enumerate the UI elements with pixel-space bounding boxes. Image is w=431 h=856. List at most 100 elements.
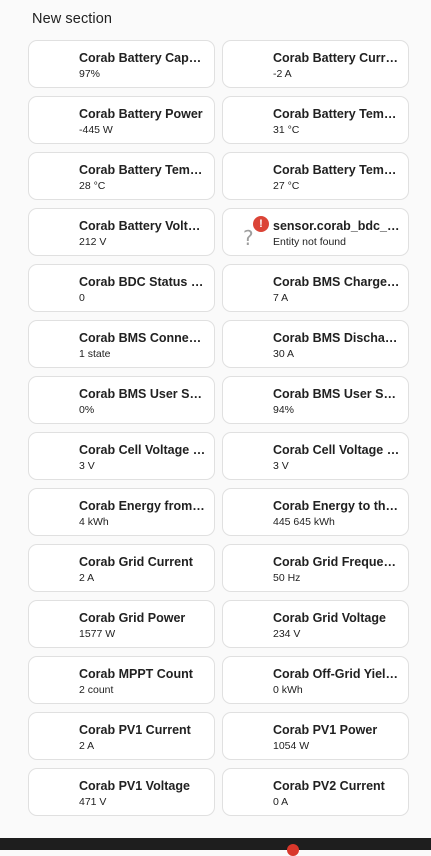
entity-tile-missing[interactable]: ?!sensor.corab_bdc_statusEntity not foun… (222, 208, 409, 256)
alert-badge-icon: ! (253, 216, 269, 232)
tile-info: Corab PV1 Current 2 A (79, 722, 206, 753)
entity-icon (41, 389, 65, 413)
entity-icon (41, 557, 65, 581)
entity-icon (235, 445, 259, 469)
tile-state: 50 Hz (273, 572, 301, 584)
entity-tile[interactable]: Corab Cell Voltage Lowest 3 V (222, 432, 409, 480)
tile-name: Corab MPPT Count (79, 667, 193, 681)
entity-tile[interactable]: Corab BMS User SOC 0% (28, 376, 215, 424)
entity-tile[interactable]: Corab Battery Current -2 A (222, 40, 409, 88)
tile-state: 4 kWh (79, 516, 109, 528)
tile-name: Corab BMS User SOH (273, 387, 400, 401)
tile-name: Corab Cell Voltage Highest (79, 443, 206, 457)
entity-icon (41, 781, 65, 805)
tile-state: Entity not found (273, 236, 346, 248)
tile-name: sensor.corab_bdc_status (273, 219, 400, 233)
tile-state: 0% (79, 404, 95, 416)
tile-grid: Corab Battery Capacity 97% Corab Battery C… (28, 40, 409, 816)
tile-state: 2 count (79, 684, 114, 696)
tile-info: Corab Battery Temperature 31 °C (273, 106, 400, 137)
tile-info: sensor.corab_bdc_status Entity not found (273, 218, 400, 249)
tile-state: 31 °C (273, 124, 300, 136)
entity-tile[interactable]: Corab PV1 Power 1054 W (222, 712, 409, 760)
entity-tile[interactable]: Corab PV1 Current 2 A (28, 712, 215, 760)
tile-state: 2 A (79, 740, 95, 752)
tile-name: Corab Grid Current (79, 555, 193, 569)
tile-state: 0 A (273, 796, 289, 808)
tile-state: 1 state (79, 348, 111, 360)
tile-state: -445 W (79, 124, 113, 136)
entity-tile[interactable]: Corab BMS Discharge Current 30 A (222, 320, 409, 368)
tile-info: Corab Battery Power -445 W (79, 106, 206, 137)
entity-tile[interactable]: Corab Energy from the grid 4 kWh (28, 488, 215, 536)
entity-tile[interactable]: Corab BMS User SOH 94% (222, 376, 409, 424)
missing-entity-indicator: ?! (241, 216, 271, 250)
tile-state: -2 A (273, 68, 292, 80)
entity-tile[interactable]: Corab BMS Charge Current 7 A (222, 264, 409, 312)
tile-name: Corab BMS Connect State (79, 331, 206, 345)
entity-tile[interactable]: Corab Battery Temperature 28 °C (28, 152, 215, 200)
tile-info: Corab BMS User SOH 94% (273, 386, 400, 417)
entity-tile[interactable]: Corab Battery Capacity 97% (28, 40, 215, 88)
tile-name: Corab BMS User SOC (79, 387, 206, 401)
tile-state: 28 °C (79, 180, 106, 192)
entity-icon (235, 53, 259, 77)
tile-name: Corab Battery Temperature (273, 163, 400, 177)
notification-badge-icon[interactable] (287, 844, 299, 856)
tile-info: Corab Battery Voltage 212 V (79, 218, 206, 249)
entity-icon (41, 333, 65, 357)
entity-icon (235, 333, 259, 357)
entity-icon (235, 501, 259, 525)
entity-tile[interactable]: Corab Battery Power -445 W (28, 96, 215, 144)
tile-state: 445 645 kWh (273, 516, 335, 528)
tile-info: Corab Grid Frequency 50 Hz (273, 554, 400, 585)
tile-info: Corab BMS User SOC 0% (79, 386, 206, 417)
tile-info: Corab BMS Discharge Current 30 A (273, 330, 400, 361)
entity-icon (235, 557, 259, 581)
entity-icon (41, 165, 65, 189)
tile-name: Corab BMS Discharge Current (273, 331, 400, 345)
tile-info: Corab PV1 Voltage 471 V (79, 778, 206, 809)
tile-name: Corab Battery Voltage (79, 219, 206, 233)
entity-tile[interactable]: Corab Energy to the grid 445 645 kWh (222, 488, 409, 536)
tile-info: Corab Grid Voltage 234 V (273, 610, 400, 641)
entity-tile[interactable]: Corab Grid Current 2 A (28, 544, 215, 592)
tile-info: Corab Cell Voltage Lowest 3 V (273, 442, 400, 473)
entity-tile[interactable]: Corab PV2 Current 0 A (222, 768, 409, 816)
entity-tile[interactable]: Corab Grid Voltage 234 V (222, 600, 409, 648)
entity-tile[interactable]: Corab Off-Grid Yield Total 0 kWh (222, 656, 409, 704)
tile-info: Corab BDC Status Register 0 (79, 274, 206, 305)
tile-info: Corab MPPT Count 2 count (79, 666, 206, 697)
tile-name: Corab Energy from the grid (79, 499, 206, 513)
entity-icon (41, 725, 65, 749)
entity-tile[interactable]: Corab Battery Temperature 31 °C (222, 96, 409, 144)
bottom-taskbar (0, 838, 431, 856)
entity-tile[interactable]: Corab Battery Voltage 212 V (28, 208, 215, 256)
entity-tile[interactable]: Corab BMS Connect State 1 state (28, 320, 215, 368)
entity-icon (41, 669, 65, 693)
entity-tile[interactable]: Corab BDC Status Register 0 (28, 264, 215, 312)
entity-tile[interactable]: Corab Cell Voltage Highest 3 V (28, 432, 215, 480)
entity-icon (235, 781, 259, 805)
tile-name: Corab Battery Temperature (273, 107, 400, 121)
entity-icon (235, 165, 259, 189)
entity-icon (235, 669, 259, 693)
tile-name: Corab Battery Current (273, 51, 400, 65)
tile-state: 3 V (273, 460, 289, 472)
entity-icon (41, 445, 65, 469)
tile-info: Corab Cell Voltage Highest 3 V (79, 442, 206, 473)
tile-info: Corab PV2 Current 0 A (273, 778, 400, 809)
entity-tile[interactable]: Corab Grid Power 1577 W (28, 600, 215, 648)
section-title: New section (32, 11, 113, 27)
tile-name: Corab Grid Frequency (273, 555, 400, 569)
tile-state: 7 A (273, 292, 289, 304)
tile-state: 1054 W (273, 740, 310, 752)
entity-tile[interactable]: Corab Grid Frequency 50 Hz (222, 544, 409, 592)
entity-icon (41, 613, 65, 637)
tile-state: 471 V (79, 796, 107, 808)
entity-tile[interactable]: Corab PV1 Voltage 471 V (28, 768, 215, 816)
tile-name: Corab Cell Voltage Lowest (273, 443, 400, 457)
entity-tile[interactable]: Corab MPPT Count 2 count (28, 656, 215, 704)
entity-tile[interactable]: Corab Battery Temperature 27 °C (222, 152, 409, 200)
question-mark-icon: ? (243, 226, 254, 250)
